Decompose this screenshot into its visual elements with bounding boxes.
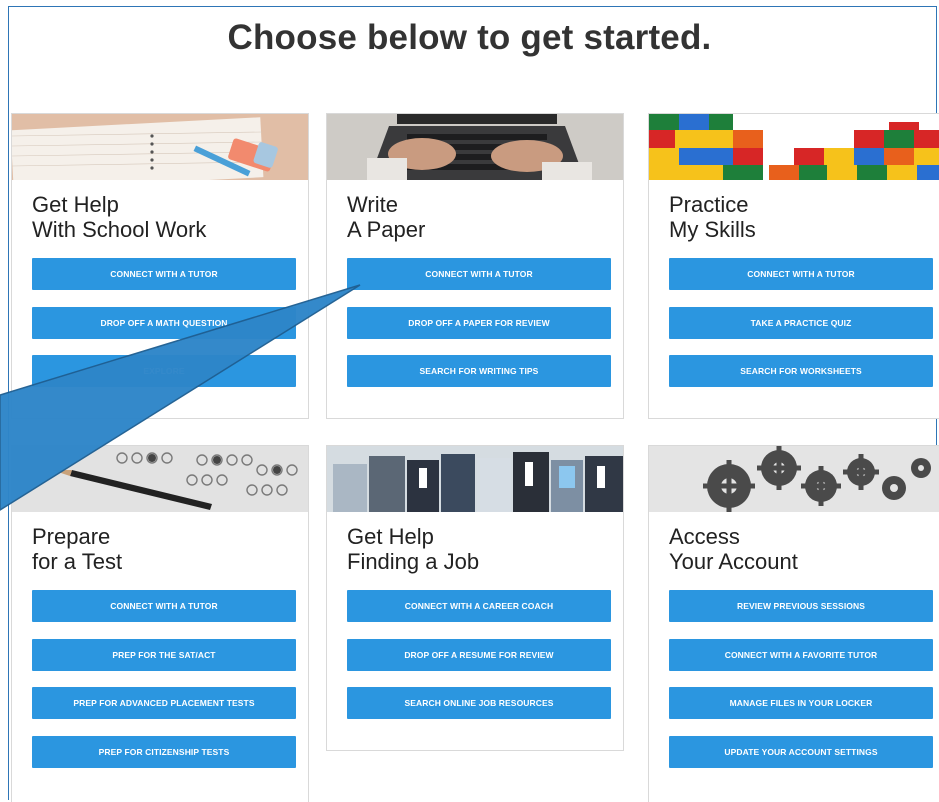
answer-sheet-pencil-image	[12, 446, 308, 512]
card-title: Prepare for a Test	[32, 524, 123, 574]
card-title: Access Your Account	[669, 524, 798, 574]
business-people-image	[327, 446, 623, 512]
connect-tutor-button[interactable]: CONNECT WITH A TUTOR	[32, 590, 296, 622]
card-title: Practice My Skills	[669, 192, 756, 242]
page-title: Choose below to get started.	[227, 18, 712, 57]
connect-tutor-button[interactable]: CONNECT WITH A TUTOR	[32, 258, 296, 290]
connect-favorite-tutor-button[interactable]: CONNECT WITH A FAVORITE TUTOR	[669, 639, 933, 671]
drop-off-math-question-button[interactable]: DROP OFF A MATH QUESTION	[32, 307, 296, 339]
notebook-pencil-image	[12, 114, 308, 180]
manage-locker-files-button[interactable]: MANAGE FILES IN YOUR LOCKER	[669, 687, 933, 719]
connect-career-coach-button[interactable]: CONNECT WITH A CAREER COACH	[347, 590, 611, 622]
connect-tutor-button[interactable]: CONNECT WITH A TUTOR	[669, 258, 933, 290]
laptop-typing-image	[327, 114, 623, 180]
search-worksheets-button[interactable]: SEARCH FOR WORKSHEETS	[669, 355, 933, 387]
card-title: Get Help Finding a Job	[347, 524, 480, 574]
explore-button[interactable]: EXPLORE	[32, 355, 296, 387]
lego-bricks-image	[649, 114, 939, 180]
search-writing-tips-button[interactable]: SEARCH FOR WRITING TIPS	[347, 355, 611, 387]
card-practice-skills: Practice My Skills CONNECT WITH A TUTOR T…	[648, 113, 939, 419]
update-account-settings-button[interactable]: UPDATE YOUR ACCOUNT SETTINGS	[669, 736, 933, 768]
card-finding-job: Get Help Finding a Job CONNECT WITH A CAR…	[326, 445, 624, 751]
connect-tutor-button[interactable]: CONNECT WITH A TUTOR	[347, 258, 611, 290]
prep-citizenship-tests-button[interactable]: PREP FOR CITIZENSHIP TESTS	[32, 736, 296, 768]
card-access-account: Access Your Account REVIEW PREVIOUS SESSI…	[648, 445, 939, 802]
card-school-work: Get Help With School Work CONNECT WITH A …	[11, 113, 309, 419]
card-title: Get Help With School Work	[32, 192, 207, 242]
take-practice-quiz-button[interactable]: TAKE A PRACTICE QUIZ	[669, 307, 933, 339]
search-job-resources-button[interactable]: SEARCH ONLINE JOB RESOURCES	[347, 687, 611, 719]
gears-image	[649, 446, 939, 512]
drop-off-paper-review-button[interactable]: DROP OFF A PAPER FOR REVIEW	[347, 307, 611, 339]
card-title: Write A Paper	[347, 192, 426, 242]
card-prepare-test: Prepare for a Test CONNECT WITH A TUTOR P…	[11, 445, 309, 802]
prep-sat-act-button[interactable]: PREP FOR THE SAT/ACT	[32, 639, 296, 671]
prep-ap-tests-button[interactable]: PREP FOR ADVANCED PLACEMENT TESTS	[32, 687, 296, 719]
card-write-paper: Write A Paper CONNECT WITH A TUTOR DROP O…	[326, 113, 624, 419]
review-sessions-button[interactable]: REVIEW PREVIOUS SESSIONS	[669, 590, 933, 622]
drop-off-resume-button[interactable]: DROP OFF A RESUME FOR REVIEW	[347, 639, 611, 671]
